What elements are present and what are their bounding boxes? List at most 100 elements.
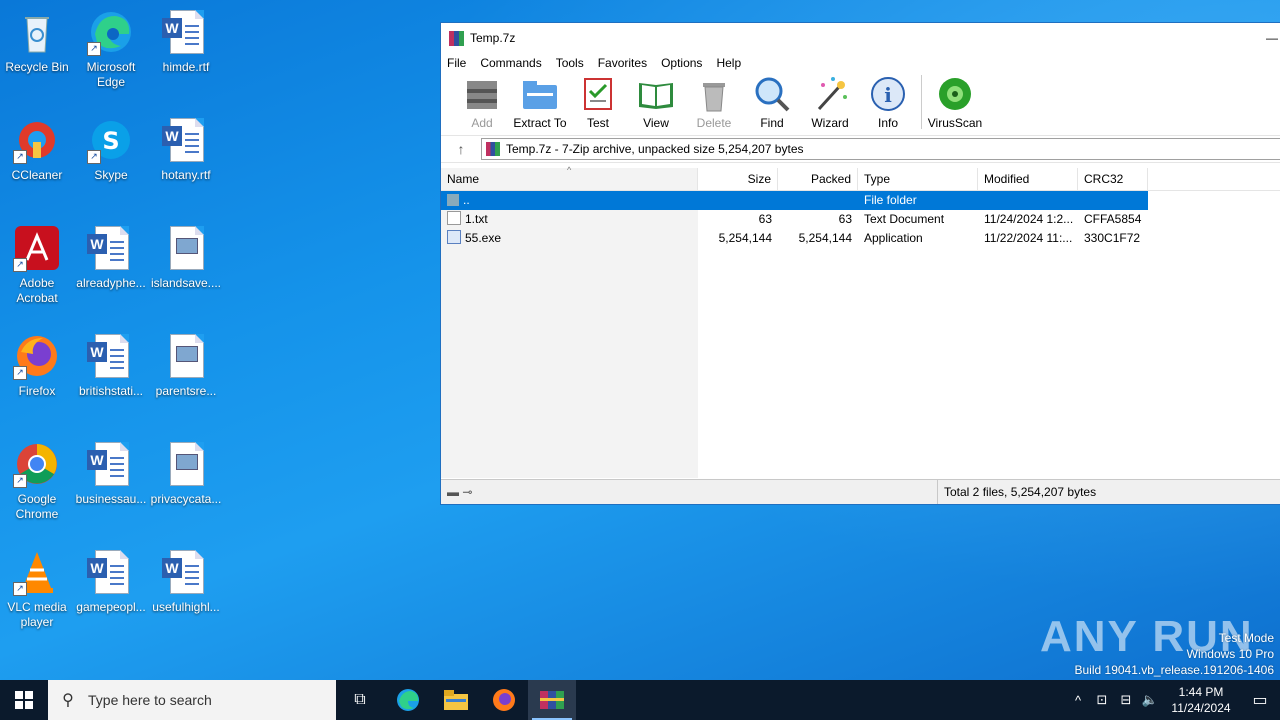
word-doc-icon: W	[87, 440, 135, 488]
desktop-icon-himde[interactable]: W himde.rtf	[149, 8, 223, 75]
winrar-window: Temp.7z — File Commands Tools Favorites …	[440, 22, 1280, 505]
taskbar-firefox[interactable]	[480, 680, 528, 720]
taskbar-winrar[interactable]	[528, 680, 576, 720]
table-row[interactable]: 55.exe 5,254,144 5,254,144 Application 1…	[441, 229, 1280, 248]
column-packed[interactable]: Packed	[778, 168, 858, 190]
start-button[interactable]	[0, 680, 48, 720]
view-button[interactable]: View	[627, 75, 685, 130]
up-arrow-icon[interactable]: ↑	[441, 141, 481, 157]
extract-to-label: Extract To	[513, 116, 567, 130]
table-row[interactable]: .. File folder	[441, 191, 1148, 210]
desktop-icon-ccleaner[interactable]: ↗ CCleaner	[0, 116, 74, 183]
desktop-icon-google-chrome[interactable]: ↗ Google Chrome	[0, 440, 74, 522]
shortcut-arrow-icon: ↗	[13, 582, 27, 596]
view-label: View	[643, 116, 669, 130]
desktop-icon-britishstati[interactable]: W britishstati...	[74, 332, 148, 399]
file-rows: .. File folder 1.txt 63 63 Text Document…	[441, 191, 1280, 248]
test-icon	[579, 75, 617, 113]
taskbar-edge[interactable]	[384, 680, 432, 720]
notification-icon[interactable]: ▭	[1240, 690, 1280, 710]
security-icon[interactable]: ⊡	[1090, 692, 1114, 708]
row-name: 55.exe	[465, 231, 502, 245]
firefox-icon	[493, 689, 515, 711]
desktop-icon-privacycata[interactable]: privacycata...	[149, 440, 223, 507]
minimize-button[interactable]: —	[1266, 31, 1278, 45]
row-crc: 330C1F72	[1084, 231, 1141, 245]
volume-icon[interactable]: 🔈	[1138, 692, 1162, 708]
menu-help[interactable]: Help	[716, 56, 741, 70]
desktop-icon-label: CCleaner	[11, 168, 63, 182]
add-button[interactable]: Add	[453, 75, 511, 130]
status-bar: ▬ ⊸ Total 2 files, 5,254,207 bytes	[441, 479, 1280, 504]
desktop-icon-parentsre[interactable]: parentsre...	[149, 332, 223, 399]
virusscan-button[interactable]: VirusScan	[926, 75, 984, 130]
desktop-icon-vlc[interactable]: ↗ VLC media player	[0, 548, 74, 630]
menu-favorites[interactable]: Favorites	[598, 56, 647, 70]
find-button[interactable]: Find	[743, 75, 801, 130]
address-text: Temp.7z - 7-Zip archive, unpacked size 5…	[506, 142, 804, 156]
desktop-icon-label: Firefox	[18, 384, 56, 398]
column-crc32[interactable]: CRC32	[1078, 168, 1148, 190]
taskbar-search[interactable]: ⚲ Type here to search	[48, 680, 336, 720]
status-text: Total 2 files, 5,254,207 bytes	[937, 480, 1096, 504]
image-file-icon	[162, 332, 210, 380]
file-list: Name ^ Size Packed Type Modified CRC32 .…	[441, 165, 1280, 478]
desktop-icon-firefox[interactable]: ↗ Firefox	[0, 332, 74, 399]
column-type[interactable]: Type	[858, 168, 978, 190]
desktop-icon-microsoft-edge[interactable]: ↗ Microsoft Edge	[74, 8, 148, 90]
desktop-icon-alreadyphe[interactable]: W alreadyphe...	[74, 224, 148, 291]
row-type: Text Document	[864, 212, 945, 226]
desktop-icon-islandsave[interactable]: islandsave....	[149, 224, 223, 291]
taskbar-file-explorer[interactable]	[432, 680, 480, 720]
shortcut-arrow-icon: ↗	[87, 150, 101, 164]
menu-bar: File Commands Tools Favorites Options He…	[441, 53, 1280, 73]
word-doc-icon: W	[162, 116, 210, 164]
column-size[interactable]: Size	[698, 168, 778, 190]
info-label: Info	[877, 116, 898, 130]
clock-date: 11/24/2024	[1171, 701, 1231, 715]
desktop-icon-hotany[interactable]: W hotany.rtf	[149, 116, 223, 183]
address-bar: ↑ Temp.7z - 7-Zip archive, unpacked size…	[441, 136, 1280, 163]
column-modified[interactable]: Modified	[978, 168, 1078, 190]
desktop-icon-label: gamepeopl...	[76, 600, 146, 614]
desktop-icon-label: businessau...	[75, 492, 147, 506]
desktop-icon-skype[interactable]: S ↗ Skype	[74, 116, 148, 183]
key-icon[interactable]: ⊸	[462, 485, 472, 499]
add-archive-icon	[463, 75, 501, 113]
network-icon[interactable]: ⊟	[1114, 692, 1138, 708]
address-field[interactable]: Temp.7z - 7-Zip archive, unpacked size 5…	[481, 138, 1280, 160]
word-doc-icon: W	[87, 224, 135, 272]
menu-file[interactable]: File	[447, 56, 466, 70]
acrobat-icon: ↗	[13, 224, 61, 272]
chevron-up-icon[interactable]: ^	[1066, 693, 1090, 708]
desktop-icon-usefulhighl[interactable]: W usefulhighl...	[149, 548, 223, 615]
word-doc-icon: W	[87, 332, 135, 380]
menu-commands[interactable]: Commands	[480, 56, 541, 70]
task-view-button[interactable]: ⧉	[336, 680, 384, 720]
sort-ascending-icon: ^	[567, 165, 572, 175]
desktop-icon-label: britishstati...	[78, 384, 144, 398]
wizard-wand-icon	[811, 75, 849, 113]
desktop-icon-adobe-acrobat[interactable]: ↗ Adobe Acrobat	[0, 224, 74, 306]
menu-tools[interactable]: Tools	[556, 56, 584, 70]
clock[interactable]: 1:44 PM 11/24/2024	[1162, 684, 1240, 716]
extract-to-button[interactable]: Extract To	[511, 75, 569, 130]
table-row[interactable]: 1.txt 63 63 Text Document 11/24/2024 1:2…	[441, 210, 1280, 229]
drive-icon[interactable]: ▬	[447, 485, 459, 499]
test-button[interactable]: Test	[569, 75, 627, 130]
ccleaner-icon: ↗	[13, 116, 61, 164]
menu-options[interactable]: Options	[661, 56, 702, 70]
row-size	[698, 191, 778, 210]
delete-button[interactable]: Delete	[685, 75, 743, 130]
row-name: ..	[463, 193, 470, 207]
info-button[interactable]: i Info	[859, 75, 917, 130]
edge-icon	[397, 689, 419, 711]
virusscan-label: VirusScan	[927, 116, 983, 130]
wizard-button[interactable]: Wizard	[801, 75, 859, 130]
title-bar[interactable]: Temp.7z —	[441, 23, 1280, 53]
desktop-icon-gamepeopl[interactable]: W gamepeopl...	[74, 548, 148, 615]
shortcut-arrow-icon: ↗	[13, 474, 27, 488]
recycle-bin-icon	[13, 8, 61, 56]
desktop-icon-businessau[interactable]: W businessau...	[74, 440, 148, 507]
desktop-icon-recycle-bin[interactable]: Recycle Bin	[0, 8, 74, 75]
